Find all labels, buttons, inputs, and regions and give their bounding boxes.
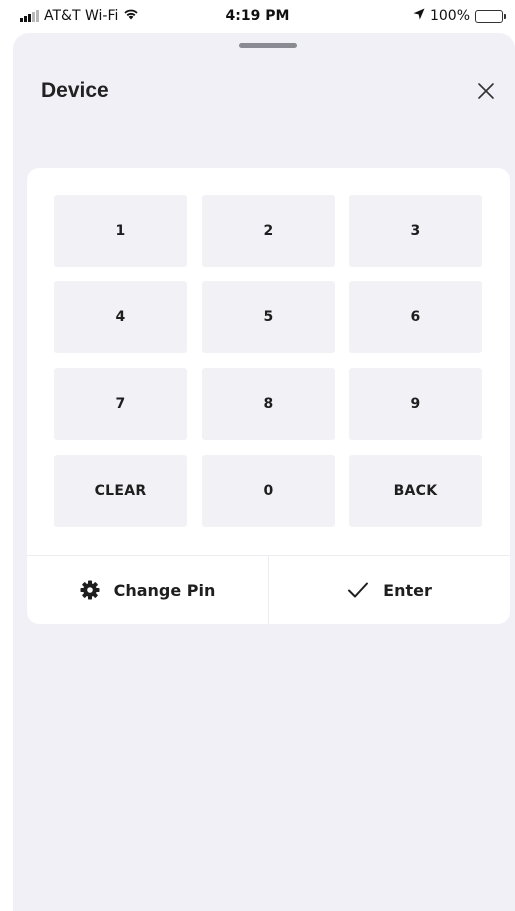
key-4[interactable]: 4 — [54, 281, 187, 353]
status-bar: AT&T Wi-Fi 4:19 PM 100% — [0, 0, 515, 34]
close-button[interactable] — [474, 79, 498, 103]
back-key[interactable]: BACK — [349, 455, 482, 527]
gear-icon — [80, 580, 100, 600]
location-arrow-icon — [413, 8, 425, 24]
close-icon — [478, 83, 494, 99]
key-9[interactable]: 9 — [349, 368, 482, 440]
battery-percent: 100% — [429, 8, 470, 24]
enter-label: Enter — [383, 580, 432, 600]
key-7[interactable]: 7 — [54, 368, 187, 440]
key-2[interactable]: 2 — [202, 195, 335, 267]
key-6[interactable]: 6 — [349, 281, 482, 353]
keypad-card: 1 2 3 4 5 6 7 8 9 CLEAR 0 BACK Change Pi… — [27, 168, 510, 624]
checkmark-icon — [348, 582, 369, 598]
key-8[interactable]: 8 — [202, 368, 335, 440]
status-bar-right: 100% — [413, 8, 506, 24]
sheet-grabber-handle[interactable] — [239, 43, 297, 48]
enter-button[interactable]: Enter — [268, 556, 510, 624]
key-5[interactable]: 5 — [202, 281, 335, 353]
change-pin-label: Change Pin — [113, 580, 216, 600]
sheet-title: Device — [41, 79, 109, 102]
device-sheet: Device 1 2 3 4 5 6 7 8 9 CLEAR 0 BACK Ch… — [13, 33, 515, 911]
key-3[interactable]: 3 — [349, 195, 482, 267]
battery-icon — [475, 9, 506, 23]
clear-key[interactable]: CLEAR — [54, 455, 187, 527]
change-pin-button[interactable]: Change Pin — [27, 556, 268, 624]
action-bar: Change Pin Enter — [27, 555, 510, 624]
key-1[interactable]: 1 — [54, 195, 187, 267]
key-0[interactable]: 0 — [202, 455, 335, 527]
